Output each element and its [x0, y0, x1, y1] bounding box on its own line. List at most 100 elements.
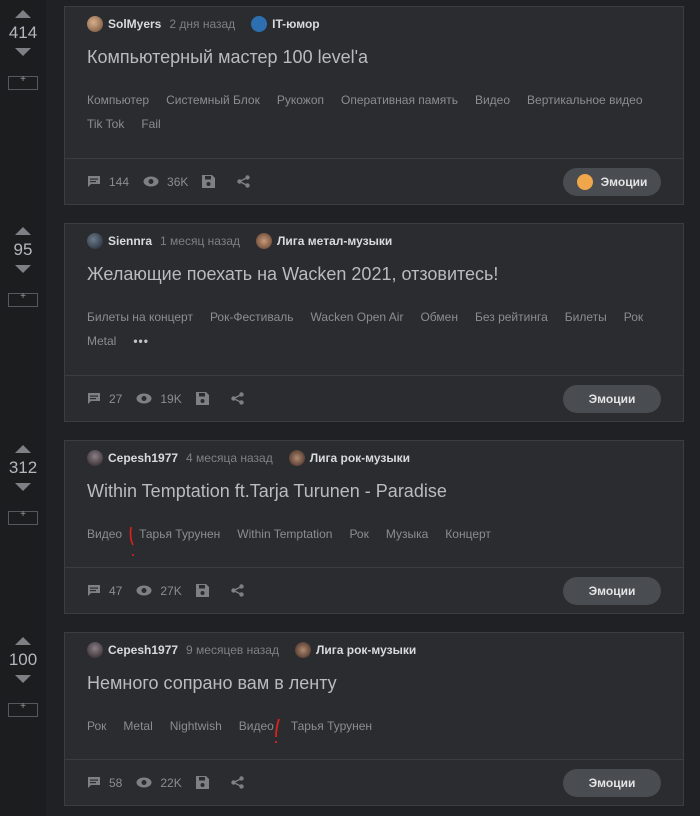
- downvote-icon[interactable]: [15, 483, 31, 491]
- tag[interactable]: Без рейтинга: [475, 310, 548, 324]
- emotions-button[interactable]: Эмоции: [563, 384, 661, 413]
- community-avatar[interactable]: [288, 450, 305, 466]
- post-header: Cepesh1977 4 месяца назад Лига рок-музык…: [65, 443, 683, 473]
- upvote-icon[interactable]: [15, 227, 31, 235]
- comments-button[interactable]: 58: [87, 776, 122, 790]
- tag[interactable]: Вертикальное видео: [527, 93, 642, 107]
- emotions-button[interactable]: Эмоции: [563, 167, 661, 196]
- share-icon: [231, 392, 244, 405]
- tag[interactable]: Metal: [123, 719, 152, 733]
- save-post-button[interactable]: [8, 701, 38, 717]
- comments-button[interactable]: 27: [87, 392, 122, 406]
- upvote-icon[interactable]: [15, 445, 31, 453]
- comments-button[interactable]: 47: [87, 584, 122, 598]
- author-name[interactable]: SolMyers: [108, 17, 161, 31]
- tag[interactable]: Видео: [87, 527, 122, 541]
- views-counter: 36K: [143, 175, 188, 189]
- share-button[interactable]: [237, 175, 258, 188]
- tag[interactable]: Оперативная память: [341, 93, 458, 107]
- tag[interactable]: Видео: [475, 93, 510, 107]
- comments-button[interactable]: 144: [87, 175, 129, 189]
- emotions-button[interactable]: Эмоции: [563, 576, 661, 605]
- downvote-icon[interactable]: [15, 675, 31, 683]
- post-footer: 27 19K Эмоции: [65, 375, 683, 421]
- upvote-icon[interactable]: [15, 10, 31, 18]
- post-time[interactable]: 9 месяцев назад: [186, 643, 279, 657]
- save-button[interactable]: [195, 392, 217, 405]
- author-name[interactable]: Siennra: [108, 234, 152, 248]
- emotions-label: Эмоции: [600, 174, 648, 189]
- save-post-button[interactable]: [8, 74, 38, 90]
- tag[interactable]: Билеты: [565, 310, 607, 324]
- author-name[interactable]: Cepesh1977: [108, 451, 178, 465]
- save-icon: [202, 175, 216, 188]
- save-button[interactable]: [195, 584, 217, 597]
- community-avatar[interactable]: [251, 16, 268, 32]
- post-title[interactable]: Компьютерный мастер 100 level'a: [65, 45, 683, 69]
- save-button[interactable]: [195, 776, 217, 789]
- tag[interactable]: Концерт: [445, 527, 491, 541]
- community-name[interactable]: Лига рок-музыки: [310, 451, 410, 465]
- community-name[interactable]: Лига рок-музыки: [316, 643, 416, 657]
- more-tags-button[interactable]: •••: [133, 334, 149, 348]
- tag[interactable]: Музыка: [386, 527, 428, 541]
- post-card: Cepesh1977 9 месяцев назад Лига рок-музы…: [64, 632, 684, 806]
- community-avatar[interactable]: [256, 233, 272, 249]
- tag[interactable]: Within Temptation: [237, 527, 332, 541]
- tag[interactable]: Компьютер: [87, 93, 149, 107]
- tag[interactable]: Билеты на концерт: [87, 310, 193, 324]
- author-avatar[interactable]: [87, 16, 103, 32]
- downvote-icon[interactable]: [15, 265, 31, 273]
- tag[interactable]: Рок: [87, 719, 106, 733]
- tag-list: Видео Тарья Турунен Within Temptation Ро…: [65, 527, 683, 541]
- tag-list: Билеты на концерт Рок-Фестиваль Wacken O…: [65, 310, 683, 348]
- share-icon: [231, 776, 244, 789]
- save-button[interactable]: [202, 175, 223, 188]
- views-counter: 22K: [136, 776, 182, 790]
- emoji-face-icon: [576, 173, 593, 190]
- post-title[interactable]: Within Temptation ft.Tarja Turunen - Par…: [65, 479, 683, 503]
- author-avatar[interactable]: [87, 642, 103, 658]
- share-icon: [237, 175, 251, 188]
- share-button[interactable]: [231, 392, 252, 405]
- tag[interactable]: Тарья Турунен: [139, 527, 220, 541]
- rating-score: 312: [8, 458, 38, 477]
- post-time[interactable]: 1 месяц назад: [160, 234, 240, 248]
- tag[interactable]: Рукожоп: [277, 93, 324, 107]
- community-avatar[interactable]: [294, 642, 311, 658]
- post-time[interactable]: 4 месяца назад: [186, 451, 273, 465]
- downvote-icon[interactable]: [15, 48, 31, 56]
- post-time[interactable]: 2 дня назад: [169, 17, 235, 31]
- share-button[interactable]: [231, 776, 252, 789]
- emotions-button[interactable]: Эмоции: [563, 768, 661, 797]
- tag[interactable]: Рок: [624, 310, 643, 324]
- comment-icon: [88, 585, 100, 596]
- tag[interactable]: Metal: [87, 334, 116, 348]
- comments-count: 58: [109, 775, 123, 790]
- author-name[interactable]: Cepesh1977: [108, 643, 178, 657]
- post-header: SolMyers 2 дня назад IT-юмор: [65, 9, 683, 39]
- tag[interactable]: Tik Tok: [87, 117, 124, 131]
- share-button[interactable]: [231, 584, 252, 597]
- post-title[interactable]: Немного сопрано вам в ленту: [65, 671, 683, 695]
- post-title[interactable]: Желающие поехать на Wacken 2021, отзовит…: [65, 262, 683, 286]
- tag[interactable]: Wacken Open Air: [311, 310, 404, 324]
- tag[interactable]: Nightwish: [170, 719, 222, 733]
- author-avatar[interactable]: [87, 233, 103, 249]
- tag[interactable]: Тарья Турунен: [291, 719, 372, 733]
- tag[interactable]: Системный Блок: [166, 93, 260, 107]
- tag[interactable]: Обмен: [420, 310, 458, 324]
- save-post-button[interactable]: [8, 291, 38, 307]
- tag[interactable]: Рок: [349, 527, 368, 541]
- author-avatar[interactable]: [87, 450, 103, 466]
- tag[interactable]: Рок-Фестиваль: [210, 310, 294, 324]
- save-post-button[interactable]: [8, 509, 38, 525]
- red-annotation-mark: [274, 718, 280, 744]
- tag[interactable]: Видео: [239, 719, 274, 733]
- community-name[interactable]: IT-юмор: [272, 17, 319, 31]
- upvote-icon[interactable]: [15, 637, 31, 645]
- views-count: 19K: [160, 391, 182, 406]
- community-name[interactable]: Лига метал-музыки: [277, 234, 392, 248]
- tag[interactable]: Fail: [141, 117, 160, 131]
- eye-icon: [136, 585, 152, 596]
